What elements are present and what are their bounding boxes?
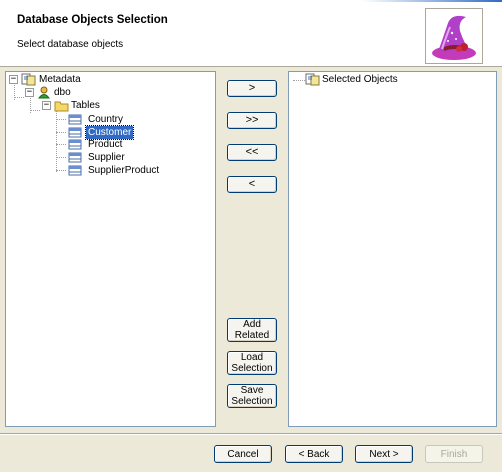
cancel-button[interactable]: Cancel — [214, 445, 272, 463]
tree-connector — [56, 132, 66, 133]
collapse-toggle-metadata[interactable]: − — [9, 75, 18, 84]
finish-button[interactable]: Finish — [425, 445, 483, 463]
page-subtitle: Select database objects — [17, 39, 124, 50]
tree-node-table[interactable]: Product — [86, 138, 124, 151]
header-accent-bar — [362, 0, 502, 2]
tree-node-selected-objects[interactable]: Selected Objects — [320, 73, 400, 86]
folder-icon — [54, 101, 69, 112]
collapse-toggle-dbo[interactable]: − — [25, 88, 34, 97]
tree-node-dbo[interactable]: dbo — [52, 86, 73, 99]
back-button[interactable]: < Back — [285, 445, 343, 463]
remove-selected-button[interactable]: < — [227, 176, 277, 193]
wizard-header: Database Objects Selection Select databa… — [0, 0, 502, 67]
schema-user-icon — [38, 86, 50, 99]
tree-connector — [30, 110, 40, 111]
table-icon — [68, 114, 82, 125]
tree-connector — [56, 144, 66, 145]
save-selection-button[interactable]: Save Selection — [227, 384, 277, 408]
tree-node-metadata[interactable]: Metadata — [37, 73, 83, 86]
tree-node-tables[interactable]: Tables — [69, 99, 102, 112]
page-title: Database Objects Selection — [17, 14, 168, 26]
load-selection-button[interactable]: Load Selection — [227, 351, 277, 375]
tree-node-table[interactable]: Country — [86, 113, 125, 126]
source-objects-tree[interactable]: − Metadata − dbo − Tables Country Custom… — [5, 71, 216, 427]
remove-all-button[interactable]: << — [227, 144, 277, 161]
collapse-toggle-tables[interactable]: − — [42, 101, 51, 110]
metadata-icon — [21, 73, 36, 86]
table-icon — [68, 165, 82, 176]
add-all-button[interactable]: >> — [227, 112, 277, 129]
tree-connector — [56, 119, 66, 120]
add-selected-button[interactable]: > — [227, 80, 277, 97]
next-button[interactable]: Next > — [355, 445, 413, 463]
tree-connector — [14, 97, 24, 98]
wizard-hat-icon — [425, 8, 483, 64]
tree-connector — [56, 170, 66, 171]
tree-node-table[interactable]: Supplier — [86, 151, 127, 164]
table-icon — [68, 139, 82, 150]
footer-divider — [0, 433, 502, 435]
tree-connector — [56, 157, 66, 158]
add-related-button[interactable]: Add Related — [227, 318, 277, 342]
selected-objects-tree[interactable]: Selected Objects — [288, 71, 497, 427]
table-icon — [68, 152, 82, 163]
metadata-icon — [305, 73, 320, 86]
tree-connector — [293, 80, 305, 81]
tree-node-table[interactable]: SupplierProduct — [86, 164, 161, 177]
